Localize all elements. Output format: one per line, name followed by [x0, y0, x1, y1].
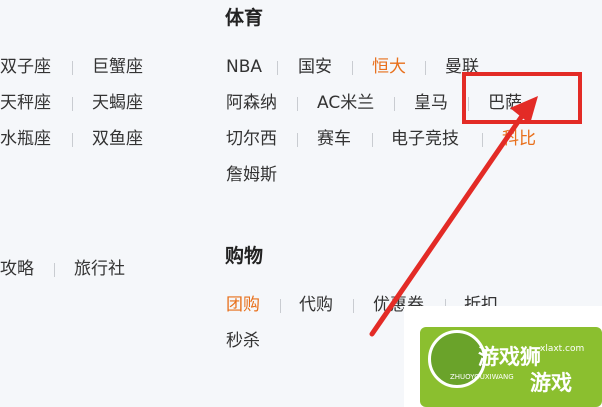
annotation-arrow-icon [369, 96, 538, 337]
